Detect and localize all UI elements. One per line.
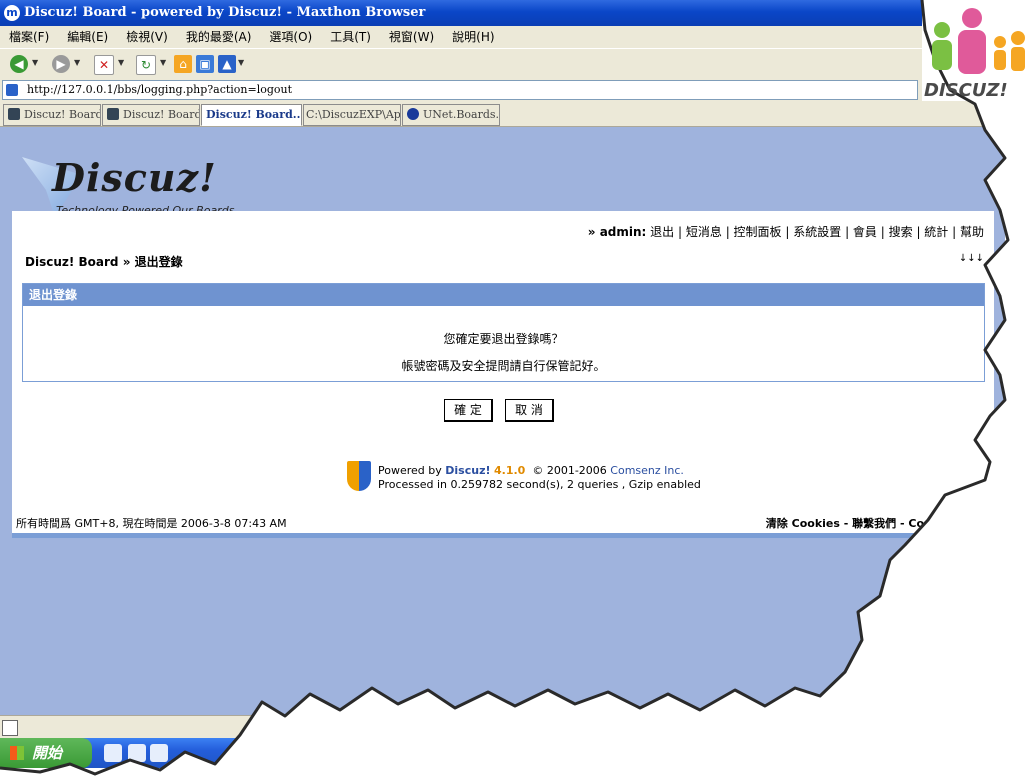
menu-options[interactable]: 選項(O) xyxy=(260,26,321,48)
tab-label: Discuz! Board... xyxy=(24,108,100,121)
cancel-button[interactable]: 取 消 xyxy=(505,399,554,422)
timezone-info: 所有時間爲 GMT+8, 現在時間是 2006-3-8 07:43 AM xyxy=(16,517,287,530)
windows-logo-icon xyxy=(10,746,24,760)
window-title-bar[interactable]: m Discuz! Board - powered by Discuz! - M… xyxy=(0,0,922,26)
footer-separator: - xyxy=(839,517,853,530)
logout-note: 帳號密碼及安全提問請自行保管記好。 xyxy=(401,359,606,373)
link-logout[interactable]: 退出 xyxy=(650,225,674,239)
tools-icon[interactable]: ▲ xyxy=(218,55,236,73)
brand-link[interactable]: Discuz! xyxy=(445,464,490,477)
refresh-icon[interactable]: ↻ xyxy=(136,55,156,75)
link-stats[interactable]: 統計 xyxy=(924,225,948,239)
page-icon xyxy=(8,108,20,120)
new-window-icon[interactable]: ▣ xyxy=(196,55,214,73)
tab-label: C:\DiscuzEXP\Ap... xyxy=(306,108,401,121)
tab-label: Discuz! Board... xyxy=(206,108,302,121)
user-prefix: » admin: xyxy=(587,225,647,239)
tab-label: Discuz! Board... xyxy=(123,108,199,121)
quicklaunch-ie-icon[interactable] xyxy=(104,744,122,762)
link-messages[interactable]: 短消息 xyxy=(686,225,722,239)
breadcrumb: Discuz! Board » 退出登錄 xyxy=(25,253,183,270)
version: 4.1.0 xyxy=(494,464,526,477)
menu-view[interactable]: 檢視(V) xyxy=(117,26,177,48)
link-help[interactable]: 幫助 xyxy=(960,225,984,239)
link-search[interactable]: 搜索 xyxy=(889,225,913,239)
page-icon xyxy=(107,108,119,120)
breadcrumb-separator: » xyxy=(118,255,135,269)
discuz-corner-logo: DISCUZ! xyxy=(922,8,1034,104)
breadcrumb-current: 退出登錄 xyxy=(134,255,183,269)
menu-bar: 檔案(F) 編輯(E) 檢視(V) 我的最愛(A) 選項(O) 工具(T) 視窗(W) 說明(… xyxy=(0,26,922,48)
logout-box: 退出登錄 您確定要退出登錄嗎？ 帳號密碼及安全提問請自行保管記好。 xyxy=(22,283,985,382)
start-button[interactable]: 開始 xyxy=(0,738,92,768)
clear-cookies-link[interactable]: 清除 Cookies xyxy=(766,517,840,530)
tab-2[interactable]: Discuz! Board... xyxy=(102,104,200,126)
tab-label: UNet.Boards.... xyxy=(423,108,500,121)
link-system-settings[interactable]: 系統設置 xyxy=(793,225,841,239)
status-bar xyxy=(0,715,1005,738)
powered-prefix: Powered by xyxy=(378,464,442,477)
processed-info: Processed in 0.259782 second(s), 2 queri… xyxy=(378,478,701,491)
maxthon-icon: m xyxy=(4,5,20,21)
window-title: Discuz! Board - powered by Discuz! - Max… xyxy=(24,5,426,20)
back-icon[interactable]: ◀ xyxy=(10,55,28,73)
footer-links: 清除 Cookies - 聯繫我們 - Comsenz Inc xyxy=(766,515,986,531)
company-footer-link[interactable]: Comsenz Inc xyxy=(908,517,986,530)
menu-help[interactable]: 說明(H) xyxy=(443,26,503,48)
page-content: Discuz! Technology Powered Our Boards » … xyxy=(0,127,1005,715)
page-icon xyxy=(6,84,18,96)
taskbar-app-button[interactable] xyxy=(500,741,638,767)
quicklaunch-app-icon[interactable] xyxy=(150,744,168,762)
forward-dropdown-icon[interactable]: ▼ xyxy=(74,58,80,67)
quicklaunch-desktop-icon[interactable] xyxy=(128,744,146,762)
breadcrumb-home[interactable]: Discuz! Board xyxy=(25,255,119,269)
footer-separator: - xyxy=(896,517,909,530)
url-input[interactable]: http://127.0.0.1/bbs/logging.php?action=… xyxy=(2,80,918,100)
unet-icon xyxy=(407,108,419,120)
refresh-dropdown-icon[interactable]: ▼ xyxy=(160,58,166,67)
logout-question: 您確定要退出登錄嗎？ xyxy=(443,332,564,346)
tools-dropdown-icon[interactable]: ▼ xyxy=(238,58,244,67)
copyright: © 2001-2006 xyxy=(532,464,607,477)
panel-bottom-bar xyxy=(12,533,994,538)
tab-4[interactable]: C:\DiscuzEXP\Ap... xyxy=(303,104,401,126)
jump-menu-icon[interactable]: ↓↓↓ xyxy=(959,253,984,264)
stop-dropdown-icon[interactable]: ▼ xyxy=(118,58,124,67)
taskbar: 開始 xyxy=(0,738,1005,768)
security-shield-icon xyxy=(347,461,371,491)
tab-3-active[interactable]: Discuz! Board... xyxy=(201,104,302,126)
logo-name: Discuz! xyxy=(52,155,217,200)
tab-bar: Discuz! Board... Discuz! Board... Discuz… xyxy=(0,101,1000,127)
user-links: » admin: 退出 | 短消息 | 控制面板 | 系統設置 | 會員 | 搜… xyxy=(587,225,984,239)
url-text: http://127.0.0.1/bbs/logging.php?action=… xyxy=(27,83,293,96)
family-figures-icon xyxy=(932,8,1025,74)
powered-by: Powered by Discuz! 4.1.0 © 2001-2006 Com… xyxy=(378,464,701,492)
confirm-button[interactable]: 確 定 xyxy=(444,399,493,422)
stop-icon[interactable]: ✕ xyxy=(94,55,114,75)
menu-favorites[interactable]: 我的最愛(A) xyxy=(177,26,261,48)
start-label: 開始 xyxy=(32,744,63,762)
home-icon[interactable]: ⌂ xyxy=(174,55,192,73)
corner-logo-text: DISCUZ! xyxy=(924,80,1008,101)
main-panel: » admin: 退出 | 短消息 | 控制面板 | 系統設置 | 會員 | 搜… xyxy=(12,211,994,533)
tab-1[interactable]: Discuz! Board... xyxy=(3,104,101,126)
link-control-panel[interactable]: 控制面板 xyxy=(734,225,782,239)
back-dropdown-icon[interactable]: ▼ xyxy=(32,58,38,67)
status-page-icon xyxy=(2,720,18,736)
toolbar: ◀ ▼ ▶ ▼ ✕ ▼ ↻ ▼ ⌂ ▣ ▲ ▼ xyxy=(0,48,922,79)
contact-link[interactable]: 聯繫我們 xyxy=(852,517,896,530)
menu-window[interactable]: 視窗(W) xyxy=(380,26,443,48)
link-members[interactable]: 會員 xyxy=(853,225,877,239)
logout-box-title: 退出登錄 xyxy=(23,284,984,306)
menu-tools[interactable]: 工具(T) xyxy=(321,26,380,48)
tab-5[interactable]: UNet.Boards.... xyxy=(402,104,500,126)
menu-file[interactable]: 檔案(F) xyxy=(0,26,58,48)
forward-icon[interactable]: ▶ xyxy=(52,55,70,73)
company-link[interactable]: Comsenz Inc. xyxy=(610,464,684,477)
menu-edit[interactable]: 編輯(E) xyxy=(58,26,117,48)
address-bar: http://127.0.0.1/bbs/logging.php?action=… xyxy=(0,79,922,101)
